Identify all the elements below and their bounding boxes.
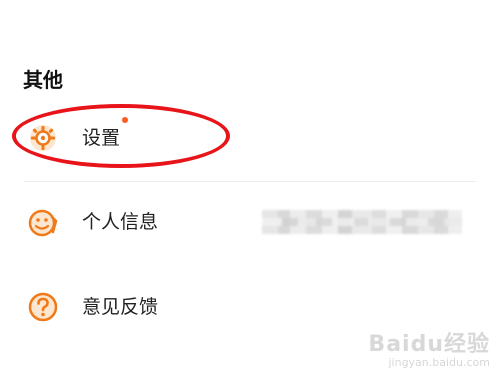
profile-face-icon: [26, 205, 60, 239]
watermark: Baidu经验 jingyan.baidu.com: [368, 333, 490, 369]
question-mark-icon: [26, 290, 60, 324]
feedback-label: 意见反馈: [82, 296, 159, 318]
personal-info-value-blurred: [262, 210, 462, 234]
watermark-main: Baidu经验: [368, 332, 490, 357]
divider: [24, 181, 476, 182]
feedback-menu-item[interactable]: 意见反馈: [0, 279, 500, 335]
personal-info-label: 个人信息: [82, 211, 159, 233]
watermark-sub: jingyan.baidu.com: [388, 356, 490, 369]
highlight-circle-annotation: [12, 104, 230, 168]
section-title: 其他: [23, 68, 63, 92]
